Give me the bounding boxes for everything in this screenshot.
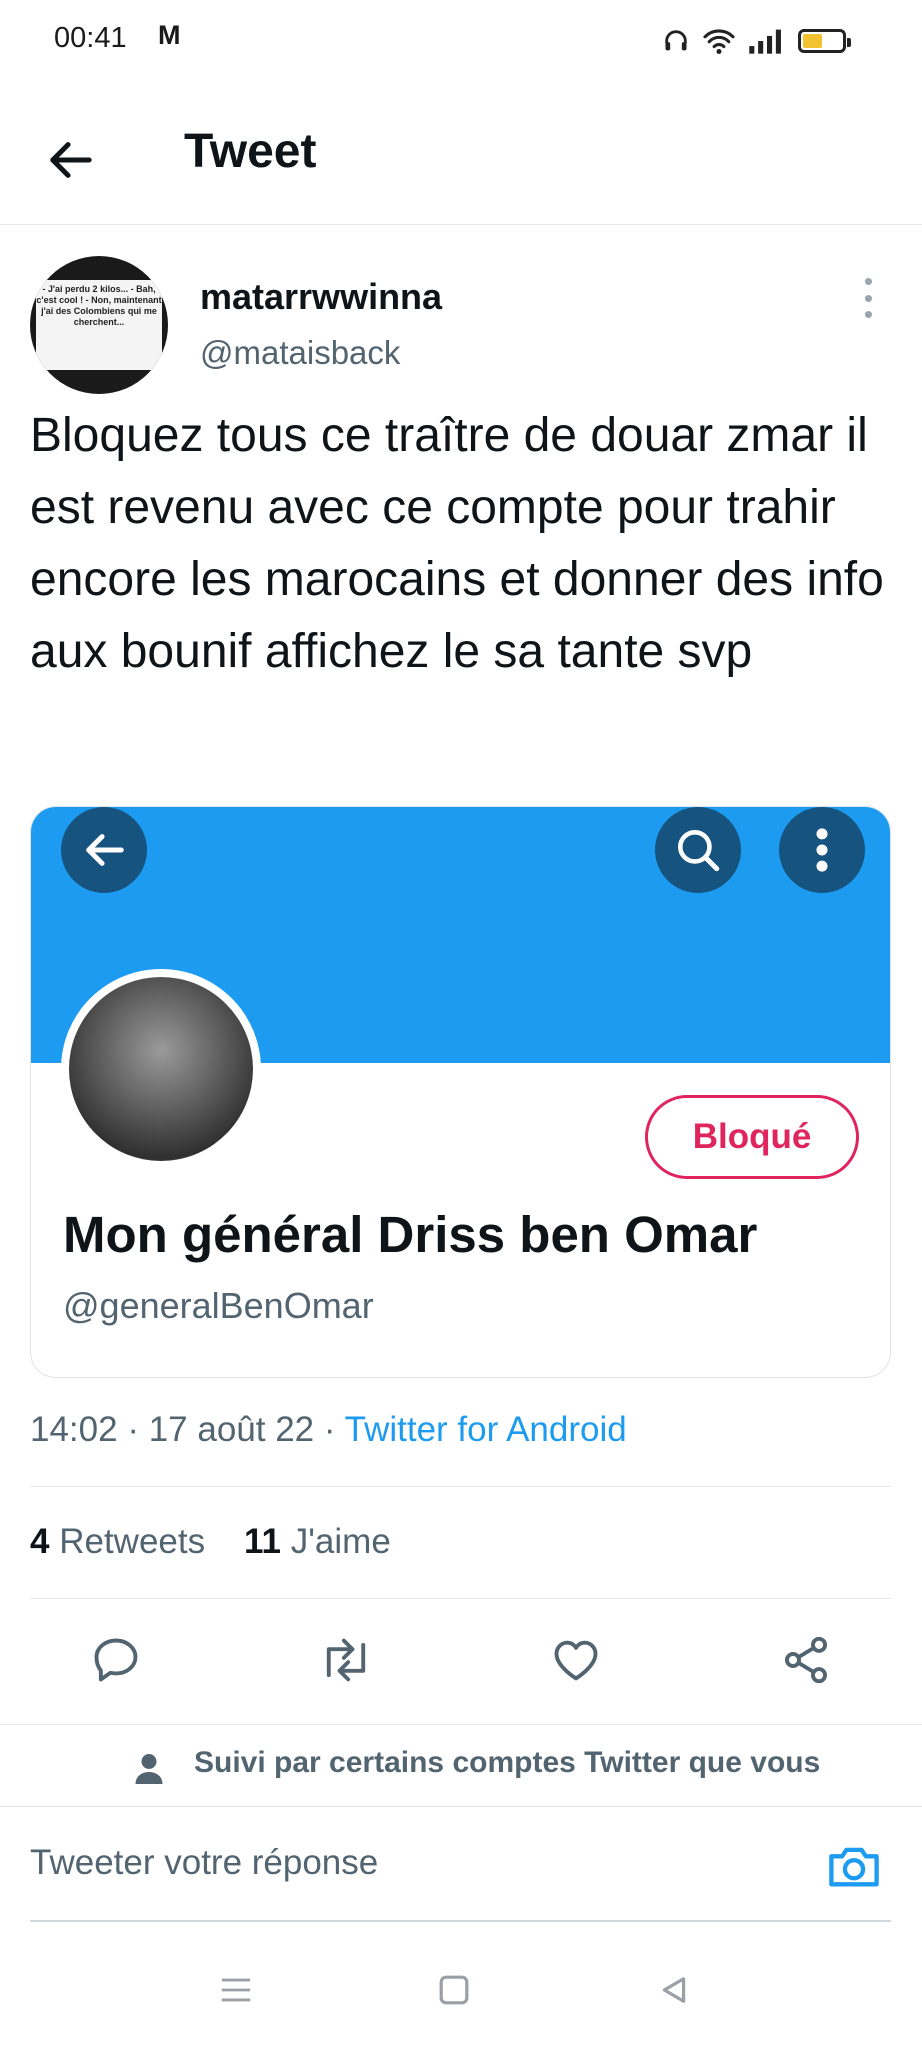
- likes-count: 11: [244, 1522, 282, 1561]
- tweet-time: 14:02: [30, 1410, 118, 1449]
- page-title: Tweet: [184, 125, 317, 178]
- likes-stat[interactable]: 11 J'aime: [244, 1522, 391, 1561]
- author-handle[interactable]: @mataisback: [200, 334, 400, 372]
- card-profile-avatar: [61, 969, 261, 1169]
- search-icon: [678, 830, 720, 872]
- card-more-button: [779, 807, 865, 893]
- share-button[interactable]: [774, 1628, 838, 1692]
- person-icon: [135, 1754, 163, 1784]
- arrow-left-icon: [86, 834, 124, 866]
- card-back-button: [61, 807, 147, 893]
- status-time: 00:41: [54, 22, 127, 54]
- tweet-image[interactable]: Bloqué Mon général Driss ben Omar @gener…: [30, 806, 891, 1378]
- like-icon: [554, 1640, 598, 1681]
- back-nav-button[interactable]: [650, 1966, 698, 2014]
- reply-button[interactable]: [84, 1628, 148, 1692]
- square-icon: [439, 1975, 469, 2005]
- tweet-text: Bloquez tous ce traître de douar zmar il…: [30, 409, 884, 678]
- retweet-icon: [326, 1638, 366, 1682]
- share-icon: [784, 1636, 828, 1684]
- retweets-label: Retweets: [59, 1522, 206, 1561]
- likes-label: J'aime: [290, 1522, 391, 1561]
- divider: [30, 1598, 891, 1599]
- arrow-left-icon: [50, 142, 92, 178]
- author-name[interactable]: matarrwwinna: [200, 276, 442, 318]
- meta-separator: ·: [323, 1410, 336, 1449]
- tweet-meta: 14:02 · 17 août 22 · Twitter for Android: [30, 1410, 627, 1450]
- reply-input[interactable]: Tweeter votre réponse: [30, 1843, 378, 1883]
- tweet-stats: 4 Retweets 11 J'aime: [30, 1522, 391, 1562]
- blocked-button: Bloqué: [645, 1095, 859, 1179]
- menu-nav-button[interactable]: [212, 1966, 260, 2014]
- more-dot: [864, 294, 872, 302]
- card-search-button: [655, 807, 741, 893]
- back-button[interactable]: [40, 130, 100, 190]
- top-app-bar: Tweet: [0, 92, 922, 225]
- battery-level: [803, 34, 822, 48]
- divider: [0, 1724, 922, 1725]
- battery-icon: [798, 29, 851, 53]
- card-profile-name: Mon général Driss ben Omar: [63, 1206, 758, 1263]
- headphones-icon: [665, 30, 687, 51]
- general-photo: [69, 977, 253, 1161]
- camera-icon: [829, 1847, 879, 1887]
- retweet-button[interactable]: [314, 1628, 378, 1692]
- tweet-source-link[interactable]: Twitter for Android: [345, 1410, 627, 1449]
- more-vertical-icon: [816, 828, 828, 872]
- gmail-notification-icon: M: [158, 20, 181, 50]
- more-dot: [864, 311, 872, 318]
- card-profile-handle: @generalBenOmar: [63, 1285, 374, 1326]
- reply-composer[interactable]: Tweeter votre réponse: [0, 1806, 922, 1923]
- wifi-icon: [703, 29, 735, 55]
- author-avatar[interactable]: - J'ai perdu 2 kilos... - Bah, c'est coo…: [30, 256, 168, 394]
- reply-divider: [30, 1920, 891, 1922]
- followed-by-text[interactable]: Suivi par certains comptes Twitter que v…: [194, 1746, 820, 1780]
- divider: [30, 1486, 891, 1487]
- camera-button[interactable]: [826, 1841, 882, 1891]
- avatar-meme-text: - J'ai perdu 2 kilos... - Bah, c'est coo…: [36, 280, 162, 370]
- tweet-more-button[interactable]: [856, 278, 880, 318]
- reply-icon: [94, 1638, 138, 1682]
- like-button[interactable]: [544, 1628, 608, 1692]
- retweets-count: 4: [30, 1522, 50, 1561]
- retweets-stat[interactable]: 4 Retweets: [30, 1522, 205, 1561]
- tweet-date: 17 août 22: [148, 1410, 315, 1449]
- meta-separator: ·: [127, 1410, 139, 1449]
- signal-icon: [749, 29, 781, 54]
- menu-icon: [221, 1978, 251, 2002]
- triangle-back-icon: [662, 1977, 686, 2003]
- status-icons: [662, 24, 851, 58]
- more-dot: [864, 278, 872, 285]
- home-nav-button[interactable]: [430, 1966, 478, 2014]
